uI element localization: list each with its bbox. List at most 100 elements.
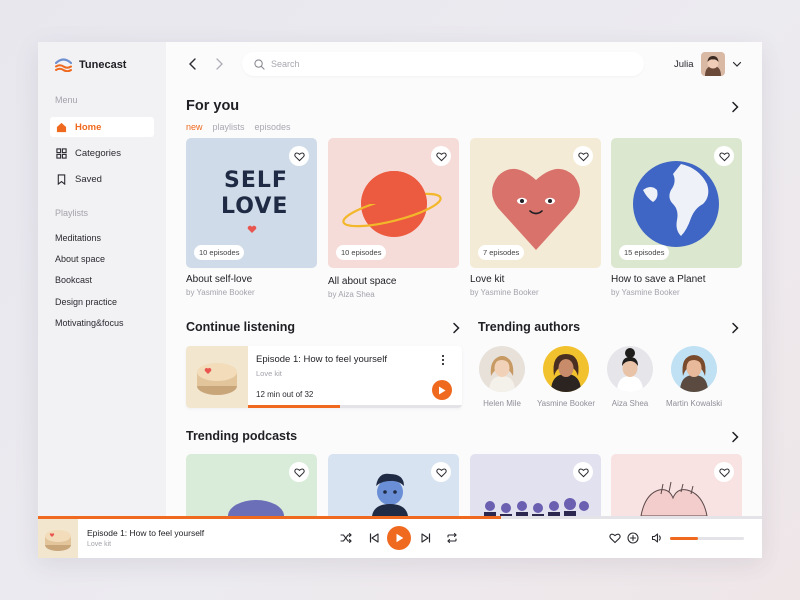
sidebar-item-saved[interactable]: Saved: [50, 169, 154, 189]
like-button[interactable]: [431, 462, 451, 482]
chevron-right-icon[interactable]: [729, 431, 741, 443]
trending-podcast-card[interactable]: [186, 454, 317, 516]
avatar: [607, 346, 653, 392]
trending-podcast-card[interactable]: [611, 454, 742, 516]
author-photo: [607, 346, 653, 392]
card-artwork[interactable]: SELF LOVE 10 episodes: [186, 138, 317, 268]
menu-label: Menu: [55, 95, 78, 105]
card-title[interactable]: All about space: [328, 276, 459, 287]
heart-outline-icon[interactable]: [609, 532, 621, 544]
like-button[interactable]: [573, 146, 593, 166]
search-icon: [254, 58, 265, 70]
filter-new[interactable]: new: [186, 122, 203, 132]
playlist-item[interactable]: About space: [55, 253, 124, 274]
continue-listening-title: Continue listening: [186, 320, 296, 334]
podcast-card[interactable]: SELF LOVE 10 episodes About self-love by…: [186, 138, 317, 297]
user-menu[interactable]: Julia: [674, 52, 742, 76]
trending-podcast-card[interactable]: [328, 454, 459, 516]
card-artwork[interactable]: 10 episodes: [328, 138, 459, 268]
player-progress-bar[interactable]: [38, 516, 762, 519]
like-button[interactable]: [714, 146, 734, 166]
podcast-card[interactable]: 7 episodes Love kit by Yasmine Booker: [470, 138, 601, 297]
home-icon: [56, 122, 67, 132]
chevron-right-icon[interactable]: [729, 322, 741, 334]
chevron-right-icon[interactable]: [450, 322, 462, 334]
podcast-card[interactable]: 10 episodes All about space by Aiza Shea: [328, 138, 459, 299]
brand-name: Tunecast: [79, 59, 127, 71]
card-title[interactable]: Love kit: [470, 274, 601, 285]
podcast-card[interactable]: 15 episodes How to save a Planet by Yasm…: [611, 138, 742, 297]
app-window: Tunecast Menu Home Categories Saved Play…: [38, 42, 762, 558]
user-name: Julia: [674, 58, 694, 70]
box-illustration: [197, 363, 237, 395]
heart-outline-icon: [293, 152, 305, 161]
media-player: Episode 1: How to feel yourself Love kit: [38, 516, 762, 558]
author-item[interactable]: Aiza Shea: [600, 346, 660, 408]
back-arrow-icon[interactable]: [186, 57, 200, 71]
like-button[interactable]: [714, 462, 734, 482]
volume-slider[interactable]: [670, 537, 744, 540]
episode-artwork: [186, 346, 248, 408]
heart-outline-icon: [718, 468, 730, 477]
forward-arrow-icon[interactable]: [212, 57, 226, 71]
author-photo: [479, 346, 525, 392]
trending-podcast-card[interactable]: [470, 454, 601, 516]
continue-listening-card[interactable]: Episode 1: How to feel yourself Love kit…: [186, 346, 462, 408]
episodes-badge: 10 episodes: [194, 245, 245, 260]
playlist-item[interactable]: Meditations: [55, 232, 124, 253]
player-episode-title: Episode 1: How to feel yourself: [87, 528, 205, 538]
filter-episodes[interactable]: episodes: [255, 122, 291, 132]
play-pause-button[interactable]: [387, 526, 411, 550]
repeat-icon[interactable]: [446, 532, 458, 544]
playlist-list: Meditations About space Bookcast Design …: [55, 232, 124, 338]
card-title[interactable]: About self-love: [186, 274, 317, 285]
user-avatar[interactable]: [700, 52, 725, 76]
next-track-icon[interactable]: [420, 532, 432, 544]
sidebar-item-home[interactable]: Home: [50, 117, 154, 137]
for-you-filters: new playlists episodes: [186, 122, 291, 132]
search-input[interactable]: [271, 59, 631, 69]
add-circle-icon[interactable]: [627, 532, 639, 544]
brand[interactable]: Tunecast: [55, 58, 126, 72]
chevron-down-icon[interactable]: [732, 59, 742, 69]
author-photo: [543, 346, 589, 392]
card-author: by Yasmine Booker: [470, 288, 539, 297]
author-name: Aiza Shea: [611, 399, 649, 408]
avatar: [671, 346, 717, 392]
sidebar: Tunecast Menu Home Categories Saved Play…: [38, 42, 166, 516]
like-button[interactable]: [289, 462, 309, 482]
like-button[interactable]: [573, 462, 593, 482]
previous-track-icon[interactable]: [368, 532, 380, 544]
heart-outline-icon: [435, 468, 447, 477]
card-artwork[interactable]: 7 episodes: [470, 138, 601, 268]
sidebar-item-categories[interactable]: Categories: [50, 143, 154, 163]
playlist-item[interactable]: Bookcast: [55, 274, 124, 295]
episodes-badge: 7 episodes: [478, 245, 525, 260]
card-title[interactable]: How to save a Planet: [611, 274, 742, 285]
playlist-item[interactable]: Motivating&focus: [55, 317, 124, 338]
chevron-right-icon[interactable]: [729, 101, 741, 113]
search-bar[interactable]: [242, 52, 644, 76]
sidebar-item-label: Home: [75, 121, 102, 133]
trending-authors-title: Trending authors: [478, 320, 581, 334]
waves-logo-icon: [55, 58, 72, 72]
volume-icon[interactable]: [651, 532, 663, 544]
more-options-icon[interactable]: [440, 354, 446, 366]
box-illustration: [45, 530, 71, 551]
playlist-item[interactable]: Design practice: [55, 296, 124, 317]
like-button[interactable]: [431, 146, 451, 166]
card-artwork[interactable]: 15 episodes: [611, 138, 742, 268]
author-item[interactable]: Yasmine Booker: [536, 346, 596, 408]
filter-playlists[interactable]: playlists: [213, 122, 245, 132]
author-item[interactable]: Helen Mile: [472, 346, 532, 408]
like-button[interactable]: [289, 146, 309, 166]
author-name: Helen Mile: [483, 399, 521, 408]
trending-podcasts-title: Trending podcasts: [186, 429, 298, 443]
author-item[interactable]: Martin Kowalski: [664, 346, 724, 408]
heart-outline-icon: [577, 468, 589, 477]
episode-podcast: Love kit: [256, 369, 282, 378]
heart-outline-icon: [718, 152, 730, 161]
resume-play-button[interactable]: [432, 380, 452, 400]
shuffle-icon[interactable]: [340, 532, 352, 544]
episode-progress-bar[interactable]: [248, 405, 462, 408]
